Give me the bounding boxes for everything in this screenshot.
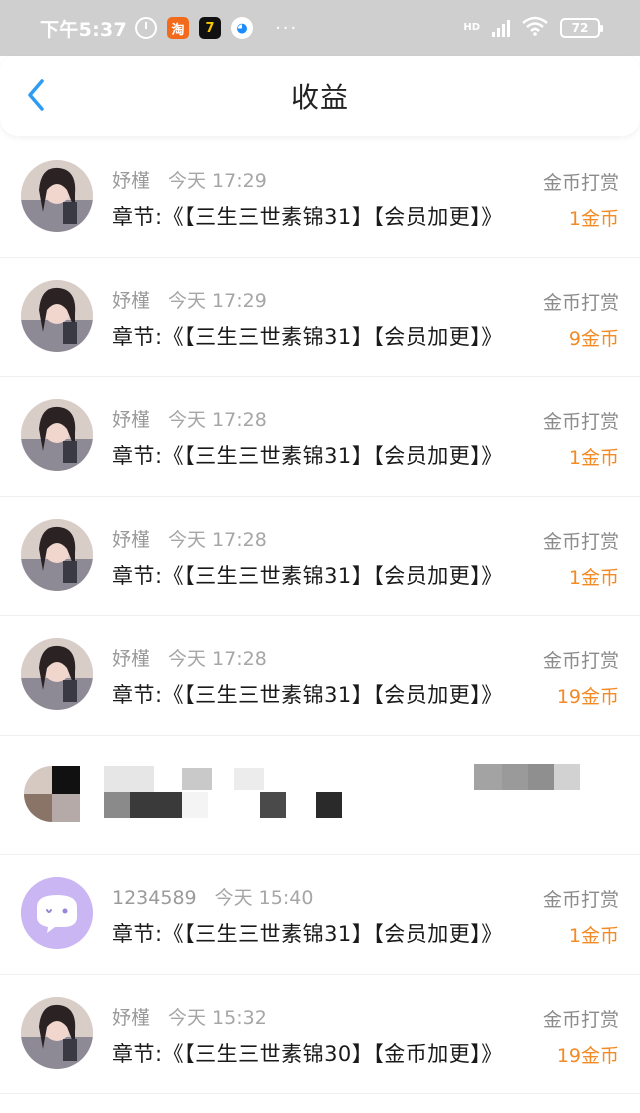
- battery-icon: 72: [560, 18, 603, 38]
- battery-level: 72: [571, 21, 589, 35]
- timestamp: 今天 15:32: [168, 1006, 267, 1029]
- income-amount: 19金币: [556, 686, 619, 708]
- sender-line: 妤槿 今天 17:29: [112, 166, 267, 193]
- sender-line: 妤槿 今天 17:28: [112, 644, 267, 671]
- income-type: 金币打赏: [542, 172, 619, 194]
- status-bar: 下午5:37 淘 7 ◕ ··· HD 72: [0, 0, 640, 56]
- signal-icon: [492, 19, 510, 37]
- chapter-title: 章节:《【三生三世素锦30】【金币加更】》: [112, 1041, 503, 1066]
- sender-line: 1234589 今天 15:40: [112, 883, 313, 910]
- wifi-icon: [522, 16, 548, 41]
- timestamp: 今天 17:28: [168, 528, 267, 551]
- pixelated-type: [474, 763, 580, 790]
- list-item[interactable]: 妤槿 今天 17:28 章节:《【三生三世素锦31】【会员加更】》 金币打赏 1金…: [0, 497, 640, 616]
- list-item[interactable]: 妤槿 今天 17:28 章节:《【三生三世素锦31】【会员加更】》 金币打赏 1金…: [0, 377, 640, 497]
- page-header: 收益: [0, 56, 640, 136]
- qq-app-icon: ◕: [231, 17, 254, 39]
- avatar: [21, 160, 93, 232]
- redacted-list-item[interactable]: [0, 736, 640, 855]
- income-list: 妤槿 今天 17:29 章节:《【三生三世素锦31】【会员加更】》 金币打赏 1金…: [0, 138, 640, 1094]
- sender-name: 妤槿: [112, 648, 151, 670]
- avatar: [21, 877, 93, 949]
- page-title: 收益: [290, 81, 349, 114]
- status-time: 下午5:37: [40, 18, 128, 41]
- sender-name: 妤槿: [112, 409, 151, 431]
- income-amount: 19金币: [556, 1044, 619, 1067]
- list-item[interactable]: 妤槿 今天 17:28 章节:《【三生三世素锦31】【会员加更】》 金币打赏 19…: [0, 616, 640, 736]
- sender-line: 妤槿 今天 17:28: [112, 405, 267, 432]
- income-type: 金币打赏: [542, 889, 619, 911]
- income-amount: 1金币: [568, 447, 619, 469]
- sender-name: 妤槿: [112, 289, 151, 312]
- chapter-title: 章节:《【三生三世素锦31】【会员加更】》: [112, 324, 503, 349]
- chapter-title: 章节:《【三生三世素锦31】【会员加更】》: [112, 683, 503, 707]
- income-type: 金币打赏: [542, 291, 619, 314]
- income-type: 金币打赏: [542, 1008, 619, 1031]
- sender-name: 妤槿: [112, 1006, 151, 1029]
- avatar: [21, 518, 93, 591]
- income-type: 金币打赏: [542, 411, 619, 433]
- list-item[interactable]: 1234589 今天 15:40 章节:《【三生三世素锦31】【会员加更】》 金币…: [0, 855, 640, 975]
- list-item[interactable]: 妤槿 今天 17:29 章节:《【三生三世素锦31】【会员加更】》 金币打赏 1金…: [0, 138, 640, 258]
- chapter-title: 章节:《【三生三世素锦31】【会员加更】》: [112, 444, 503, 468]
- taobao-app-icon: 淘: [167, 17, 190, 39]
- avatar: [21, 996, 93, 1069]
- income-type: 金币打赏: [542, 530, 619, 553]
- income-amount: 1金币: [568, 925, 619, 947]
- sender-line: 妤槿 今天 17:29: [112, 286, 267, 313]
- timestamp: 今天 17:29: [168, 289, 267, 312]
- sender-line: 妤槿 今天 17:28: [112, 525, 267, 552]
- income-amount: 1金币: [568, 208, 619, 230]
- list-item[interactable]: 妤槿 今天 17:29 章节:《【三生三世素锦31】【会员加更】》 金币打赏 9金…: [0, 258, 640, 377]
- timestamp: 今天 17:29: [168, 170, 267, 192]
- income-amount: 1金币: [568, 566, 619, 589]
- alarm-icon: [135, 17, 158, 39]
- chapter-title: 章节:《【三生三世素锦31】【会员加更】》: [112, 563, 503, 588]
- income-type: 金币打赏: [542, 650, 619, 672]
- sender-line: 妤槿 今天 15:32: [112, 1003, 267, 1030]
- income-amount: 9金币: [568, 327, 619, 350]
- timestamp: 今天 17:28: [168, 648, 267, 670]
- chapter-title: 章节:《【三生三世素锦31】【会员加更】》: [112, 205, 503, 229]
- seven-cat-app-icon: 7: [199, 17, 222, 39]
- hd-icon: HD: [463, 22, 480, 33]
- back-button[interactable]: [22, 78, 50, 112]
- chapter-title: 章节:《【三生三世素锦31】【会员加更】》: [112, 922, 503, 946]
- sender-name: 妤槿: [112, 170, 151, 192]
- sender-name: 1234589: [112, 887, 197, 909]
- pixelated-text: [104, 765, 344, 818]
- list-item[interactable]: 妤槿 今天 15:32 章节:《【三生三世素锦30】【金币加更】》 金币打赏 19…: [0, 975, 640, 1094]
- sender-name: 妤槿: [112, 528, 151, 551]
- avatar: [21, 399, 93, 471]
- pixelated-avatar: [24, 765, 80, 822]
- chevron-left-icon: [28, 79, 44, 111]
- timestamp: 今天 15:40: [214, 887, 314, 909]
- avatar: [21, 279, 93, 352]
- timestamp: 今天 17:28: [168, 409, 267, 431]
- avatar: [21, 638, 93, 710]
- more-notifications-icon: ···: [275, 17, 299, 39]
